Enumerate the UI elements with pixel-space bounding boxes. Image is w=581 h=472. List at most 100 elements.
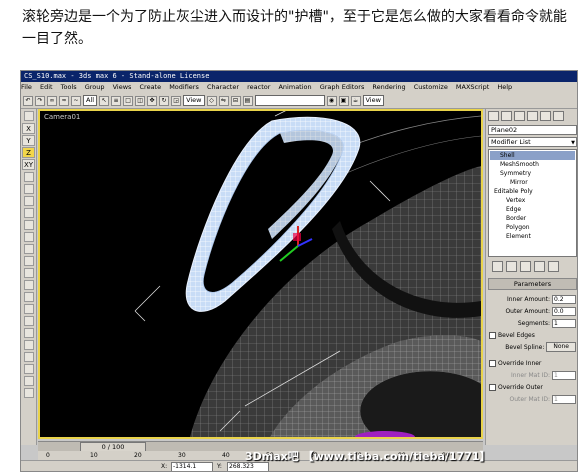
- parameters-rollout[interactable]: Parameters: [488, 278, 577, 290]
- menu-create[interactable]: Create: [140, 83, 162, 91]
- hierarchy-tab-icon[interactable]: [514, 111, 525, 121]
- axis-x-button[interactable]: X: [22, 123, 35, 134]
- menu-maxscript[interactable]: MAXScript: [456, 83, 489, 91]
- menu-customize[interactable]: Customize: [414, 83, 448, 91]
- menu-views[interactable]: Views: [113, 83, 132, 91]
- stack-item-symmetry[interactable]: Symmetry: [490, 169, 575, 178]
- menu-graph-editors[interactable]: Graph Editors: [320, 83, 365, 91]
- make-unique-icon[interactable]: [520, 261, 531, 272]
- quick-render-icon[interactable]: ☕: [350, 95, 361, 106]
- mirror-icon[interactable]: ⇋: [218, 95, 229, 106]
- inner-mat-id-field[interactable]: 1: [552, 370, 576, 380]
- menu-file[interactable]: File: [21, 83, 32, 91]
- window-crossing-icon[interactable]: ◫: [135, 95, 146, 106]
- tool-icon[interactable]: [23, 304, 34, 314]
- camera-viewport[interactable]: Camera01: [38, 109, 483, 439]
- layer-icon[interactable]: ▤: [242, 95, 253, 106]
- tool-icon[interactable]: [23, 388, 34, 398]
- bevel-spline-button[interactable]: None: [546, 342, 576, 352]
- tool-icon[interactable]: [23, 340, 34, 350]
- render-scene-icon[interactable]: ▣: [338, 95, 349, 106]
- unlink-icon[interactable]: ≈: [59, 95, 69, 106]
- tool-icon[interactable]: [23, 208, 34, 218]
- tool-icon[interactable]: [23, 292, 34, 302]
- tool-icon[interactable]: [23, 232, 34, 242]
- rotate-icon[interactable]: ↻: [159, 95, 170, 106]
- bind-space-warp-icon[interactable]: ~: [71, 95, 81, 106]
- remove-modifier-icon[interactable]: [534, 261, 545, 272]
- stack-item-polygon[interactable]: Polygon: [490, 223, 575, 232]
- stack-item-shell[interactable]: Shell: [490, 151, 575, 160]
- configure-sets-icon[interactable]: [548, 261, 559, 272]
- tool-icon[interactable]: [23, 244, 34, 254]
- modify-tab-icon[interactable]: [501, 111, 512, 121]
- menu-rendering[interactable]: Rendering: [372, 83, 405, 91]
- rectangle-region-icon[interactable]: □: [123, 95, 134, 106]
- viewport-render: [134, 111, 481, 437]
- stack-item-vertex[interactable]: Vertex: [490, 196, 575, 205]
- menu-edit[interactable]: Edit: [40, 83, 53, 91]
- stack-item-element[interactable]: Element: [490, 232, 575, 241]
- selection-filter-select[interactable]: All: [83, 95, 98, 106]
- axis-z-button[interactable]: Z: [22, 147, 35, 158]
- utilities-tab-icon[interactable]: [553, 111, 564, 121]
- tool-icon[interactable]: [23, 172, 34, 182]
- tool-icon[interactable]: [23, 256, 34, 266]
- tool-icon[interactable]: [23, 352, 34, 362]
- stack-item-edge[interactable]: Edge: [490, 205, 575, 214]
- outer-amount-field[interactable]: 0.0: [552, 306, 576, 316]
- modifier-list-dropdown[interactable]: Modifier List ▼: [488, 137, 577, 147]
- menu-character[interactable]: Character: [207, 83, 239, 91]
- stack-item-border[interactable]: Border: [490, 214, 575, 223]
- menu-tools[interactable]: Tools: [61, 83, 77, 91]
- segments-field[interactable]: 1: [552, 318, 576, 328]
- menu-reactor[interactable]: reactor: [247, 83, 270, 91]
- menu-help[interactable]: Help: [497, 83, 512, 91]
- show-end-result-icon[interactable]: [506, 261, 517, 272]
- undo-icon[interactable]: ↶: [23, 95, 33, 106]
- select-icon[interactable]: [23, 111, 34, 121]
- select-by-name-icon[interactable]: ≡: [111, 95, 122, 106]
- scale-icon[interactable]: ◲: [171, 95, 182, 106]
- tool-icon[interactable]: [23, 364, 34, 374]
- x-coord-field[interactable]: -1314.1: [171, 462, 213, 471]
- render-view-select[interactable]: View: [362, 95, 384, 106]
- stack-item-mirror[interactable]: Mirror: [490, 178, 575, 187]
- reference-coordinate-select[interactable]: View: [183, 95, 205, 106]
- material-editor-icon[interactable]: ◉: [326, 95, 337, 106]
- tool-icon[interactable]: [23, 268, 34, 278]
- menu-bar: File Edit Tools Group Views Create Modif…: [21, 82, 577, 93]
- align-icon[interactable]: ⊟: [230, 95, 241, 106]
- tool-icon[interactable]: [23, 196, 34, 206]
- tool-icon[interactable]: [23, 280, 34, 290]
- motion-tab-icon[interactable]: [527, 111, 538, 121]
- link-icon[interactable]: ∞: [47, 95, 57, 106]
- axis-y-button[interactable]: Y: [22, 135, 35, 146]
- tool-icon[interactable]: [23, 316, 34, 326]
- create-tab-icon[interactable]: [488, 111, 499, 121]
- override-inner-checkbox[interactable]: [489, 359, 496, 367]
- pin-stack-icon[interactable]: [492, 261, 503, 272]
- outer-mat-id-field[interactable]: 1: [552, 394, 576, 404]
- bevel-edges-checkbox[interactable]: [489, 331, 496, 339]
- tool-icon[interactable]: [23, 220, 34, 230]
- menu-animation[interactable]: Animation: [278, 83, 311, 91]
- display-tab-icon[interactable]: [540, 111, 551, 121]
- override-outer-checkbox[interactable]: [489, 383, 496, 391]
- axis-xy-button[interactable]: XY: [22, 159, 35, 170]
- stack-item-meshsmooth[interactable]: MeshSmooth: [490, 160, 575, 169]
- pivot-icon[interactable]: ◇: [206, 95, 217, 106]
- menu-group[interactable]: Group: [85, 83, 105, 91]
- menu-modifiers[interactable]: Modifiers: [169, 83, 199, 91]
- inner-amount-field[interactable]: 0.2: [552, 294, 576, 304]
- redo-icon[interactable]: ↷: [35, 95, 45, 106]
- object-name-field[interactable]: Plane02: [488, 125, 577, 135]
- viewport-label[interactable]: Camera01: [44, 113, 80, 121]
- move-icon[interactable]: ✥: [147, 95, 158, 106]
- select-object-icon[interactable]: ↖: [99, 95, 110, 106]
- named-selection-select[interactable]: [254, 95, 325, 106]
- stack-item-editable-poly[interactable]: Editable Poly: [490, 187, 575, 196]
- tool-icon[interactable]: [23, 184, 34, 194]
- tool-icon[interactable]: [23, 328, 34, 338]
- tool-icon[interactable]: [23, 376, 34, 386]
